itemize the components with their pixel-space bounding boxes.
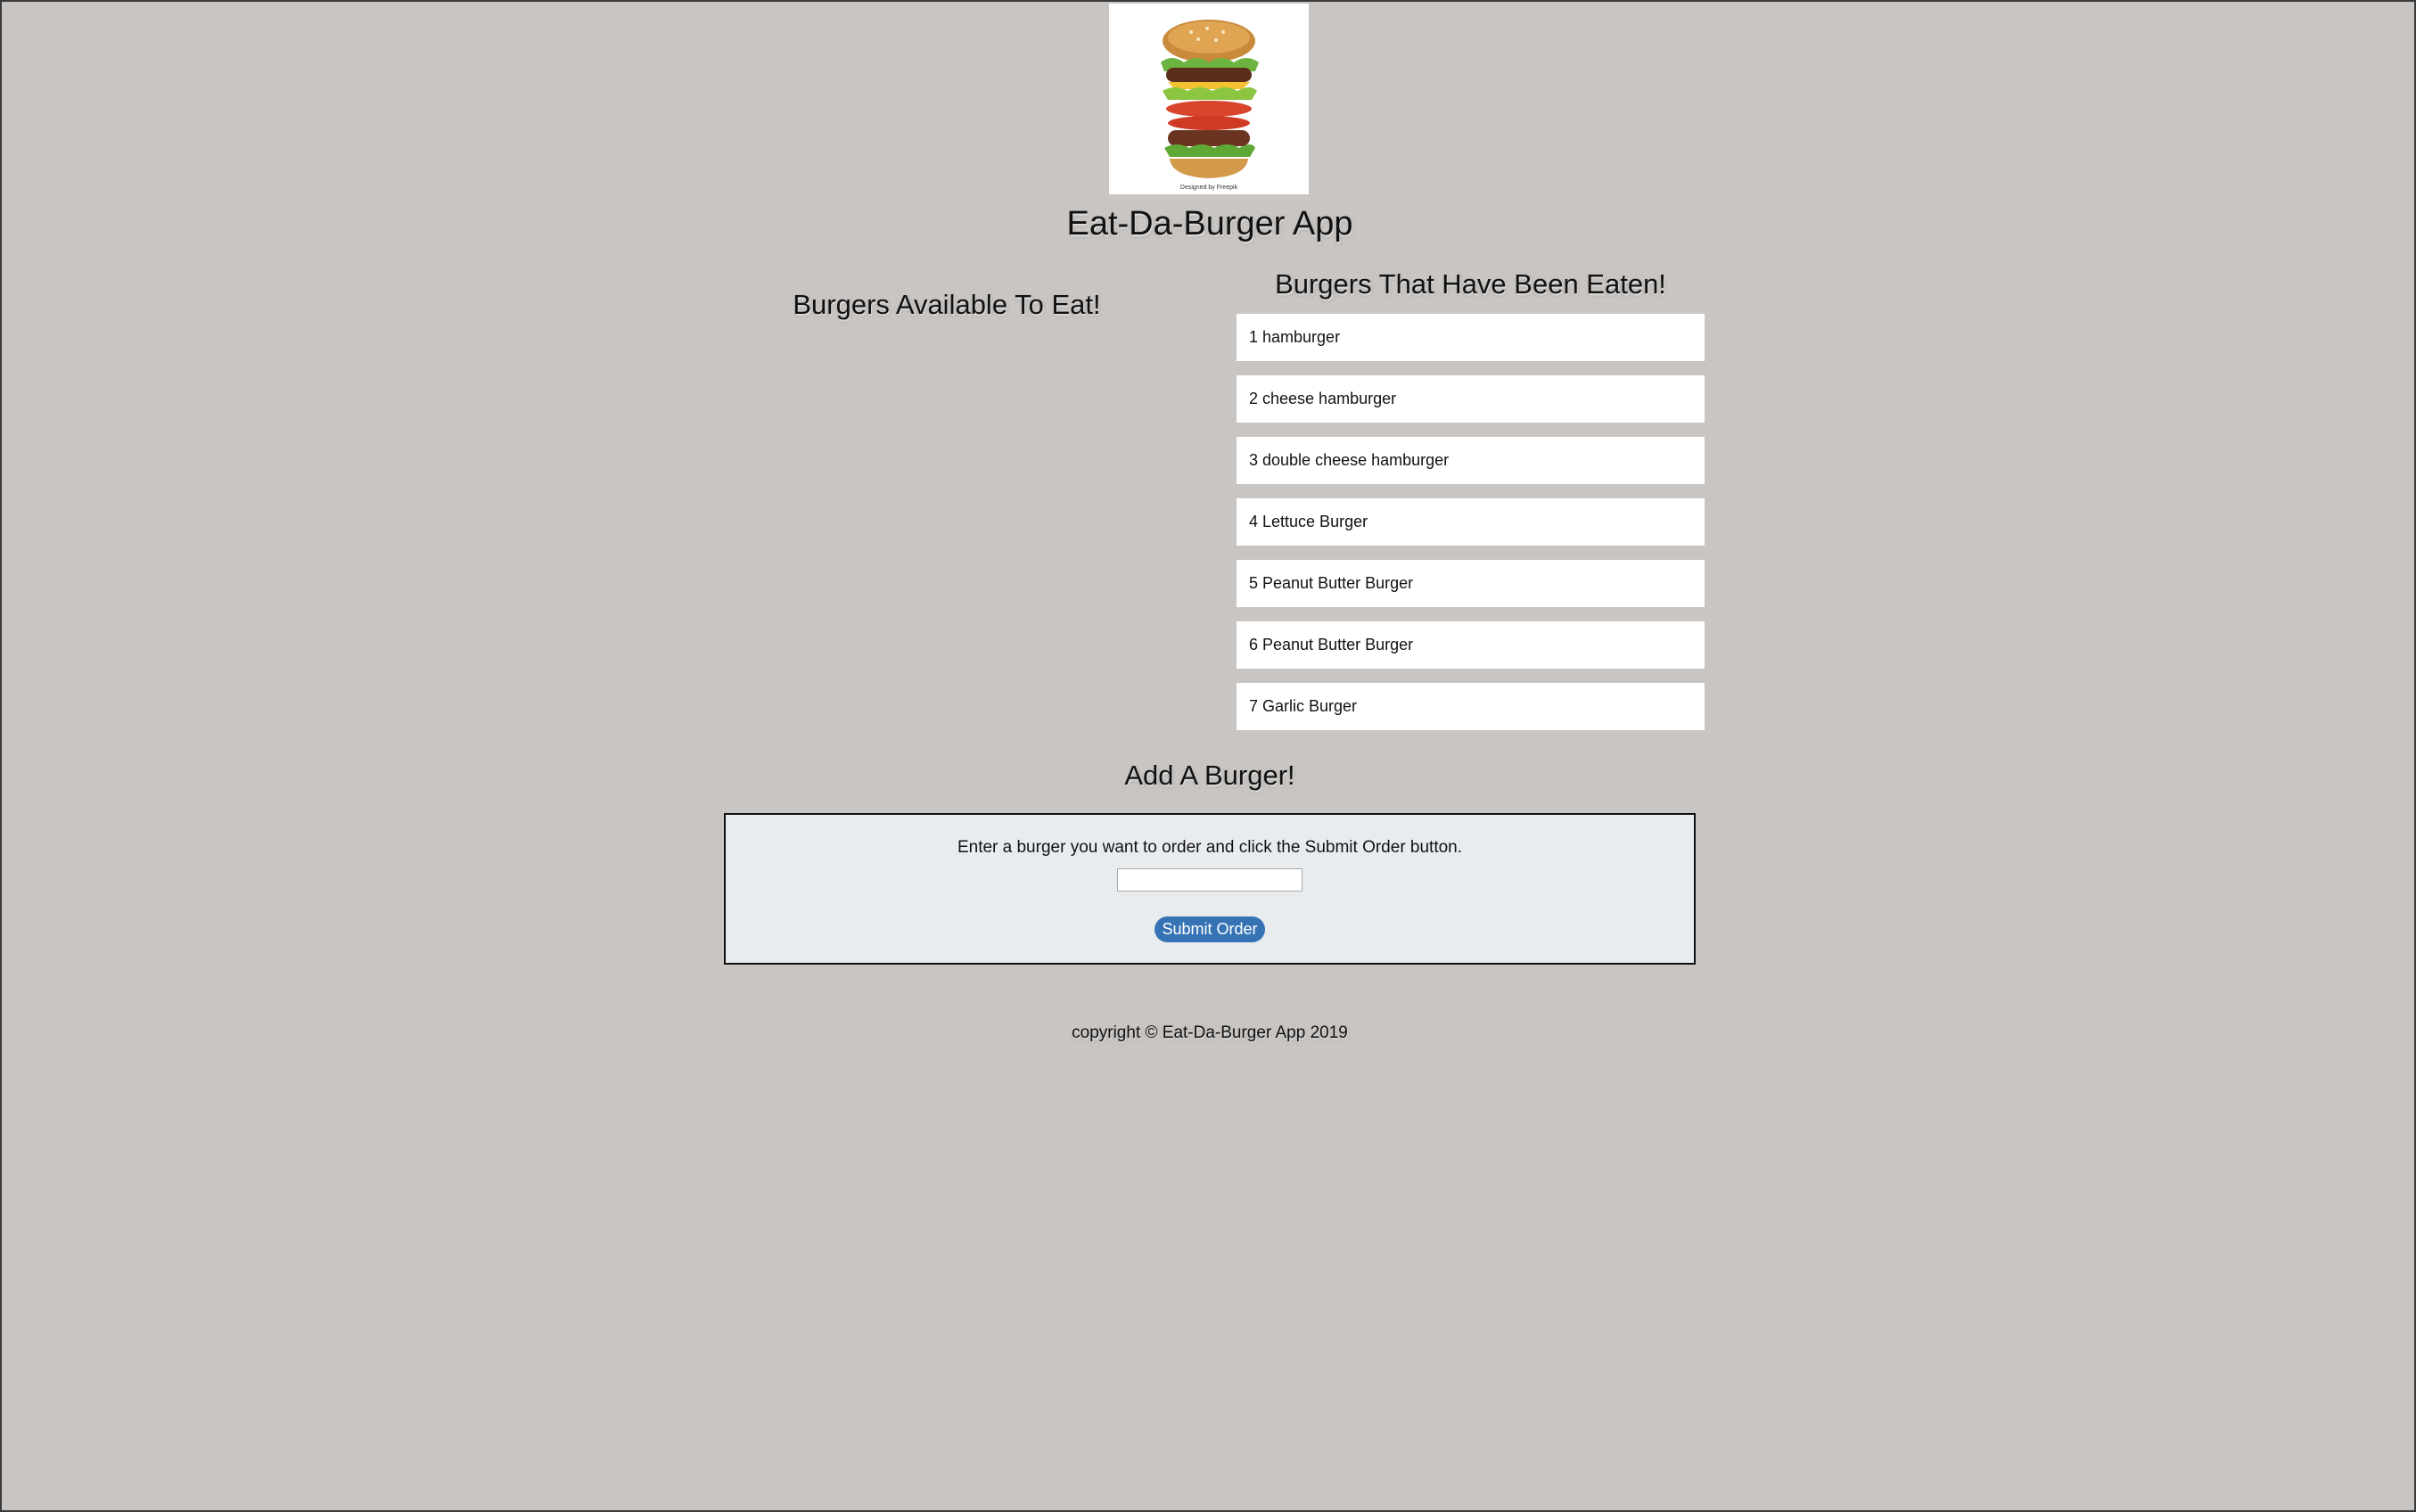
list-item: 3 double cheese hamburger bbox=[1237, 437, 1705, 484]
submit-order-button[interactable]: Submit Order bbox=[1155, 916, 1265, 942]
logo-credit: Designed by Freepik bbox=[1179, 185, 1238, 191]
add-burger-form: Enter a burger you want to order and cli… bbox=[724, 813, 1696, 965]
list-item: 7 Garlic Burger bbox=[1237, 683, 1705, 730]
page-title: Eat-Da-Burger App bbox=[1066, 205, 1353, 242]
available-burgers-heading: Burgers Available To Eat! bbox=[793, 289, 1101, 320]
list-item: 1 hamburger bbox=[1237, 314, 1705, 361]
eaten-burgers-heading: Burgers That Have Been Eaten! bbox=[1275, 268, 1666, 300]
add-burger-heading: Add A Burger! bbox=[1124, 760, 1295, 791]
list-item: 4 Lettuce Burger bbox=[1237, 498, 1705, 546]
copyright-footer: copyright © Eat-Da-Burger App 2019 bbox=[1072, 1023, 1348, 1042]
burger-stack-icon bbox=[1161, 20, 1259, 178]
list-item: 2 cheese hamburger bbox=[1237, 375, 1705, 423]
eaten-burgers-list: 1 hamburger 2 cheese hamburger 3 double … bbox=[1237, 314, 1705, 744]
list-item: 5 Peanut Butter Burger bbox=[1237, 560, 1705, 607]
list-item: 6 Peanut Butter Burger bbox=[1237, 621, 1705, 669]
burger-name-input[interactable] bbox=[1117, 868, 1303, 892]
burger-logo-image: Designed by Freepik bbox=[1109, 4, 1309, 194]
order-instruction: Enter a burger you want to order and cli… bbox=[957, 838, 1463, 857]
